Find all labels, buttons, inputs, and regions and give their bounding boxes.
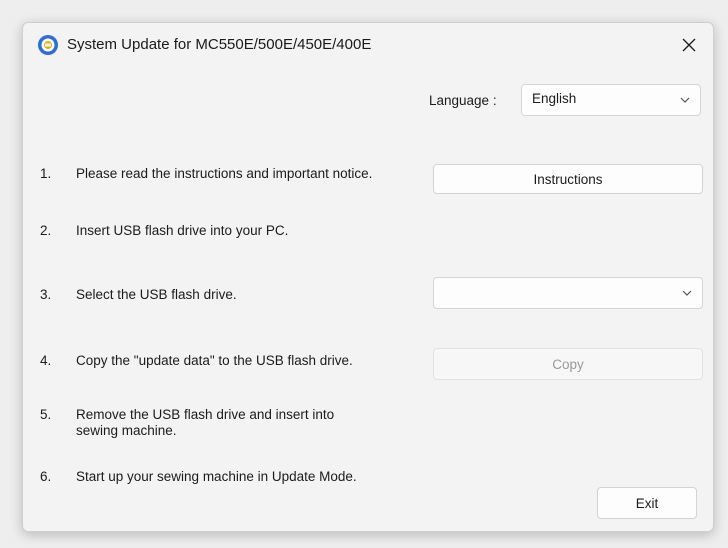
instructions-button[interactable]: Instructions xyxy=(433,164,703,194)
title-bar: System Update for MC550E/500E/450E/400E xyxy=(23,23,713,67)
step-number: 4. xyxy=(40,353,52,368)
step-text: Remove the USB flash drive and insert in… xyxy=(76,407,335,438)
step-number: 5. xyxy=(40,407,52,422)
language-select[interactable]: English xyxy=(521,84,701,116)
step-number: 6. xyxy=(40,469,52,484)
usb-drive-select[interactable] xyxy=(433,277,703,309)
chevron-down-icon xyxy=(682,290,692,296)
window-title: System Update for MC550E/500E/450E/400E xyxy=(67,36,372,53)
close-button[interactable] xyxy=(671,27,707,63)
update-dialog: System Update for MC550E/500E/450E/400E … xyxy=(22,22,714,532)
step-text: Please read the instructions and importa… xyxy=(76,166,373,181)
exit-button[interactable]: Exit xyxy=(597,487,697,519)
step-number: 1. xyxy=(40,166,52,181)
copy-button[interactable]: Copy xyxy=(433,348,703,380)
step-text: Start up your sewing machine in Update M… xyxy=(76,469,357,484)
step-text: Insert USB flash drive into your PC. xyxy=(76,223,289,238)
app-icon xyxy=(37,34,59,56)
chevron-down-icon xyxy=(680,97,690,103)
step-text: Select the USB flash drive. xyxy=(76,287,237,302)
close-icon xyxy=(682,38,696,52)
step-number: 2. xyxy=(40,223,52,238)
language-selected-value: English xyxy=(532,91,577,106)
step-number: 3. xyxy=(40,287,52,302)
language-label: Language : xyxy=(429,93,497,108)
step-text: Copy the "update data" to the USB flash … xyxy=(76,353,353,368)
